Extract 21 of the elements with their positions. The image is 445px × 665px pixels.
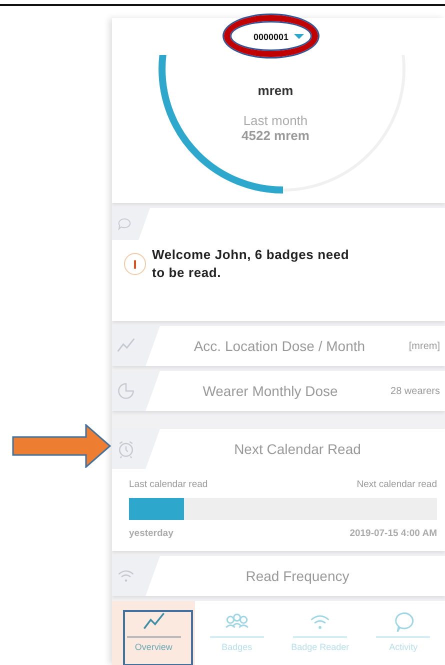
progress-label: Next calendar read: [356, 479, 437, 490]
caret-icon: [294, 34, 304, 39]
progress-value: 2019-07-15 4:00 AM: [350, 528, 437, 539]
section-title[interactable]: Wearer Monthly Dose: [150, 383, 391, 399]
section-title[interactable]: Acc. Location Dose / Month: [150, 338, 409, 354]
section-title[interactable]: Next Calendar Read: [150, 441, 445, 457]
nav-tab[interactable]: Overview: [112, 601, 196, 665]
welcome-message: Welcome John, 6 badges need to be read.: [152, 246, 350, 282]
section-note: [mrem]: [408, 340, 441, 352]
progress-value: yesterday: [129, 528, 174, 539]
pie-chart-icon: [116, 381, 136, 401]
previous-label: Last month: [243, 113, 308, 128]
speech-bubble-icon: [116, 216, 132, 232]
previous-value: 4522 mrem: [242, 128, 310, 143]
device-selector[interactable]: 0000001: [249, 30, 308, 44]
alarm-clock-icon: [116, 439, 136, 459]
warning-icon: [124, 253, 146, 275]
highlight-box: [123, 610, 193, 665]
section-note: 28 wearers: [390, 386, 441, 396]
dose-unit: mrem: [258, 83, 294, 98]
progress-label: Last calendar read: [129, 479, 208, 490]
